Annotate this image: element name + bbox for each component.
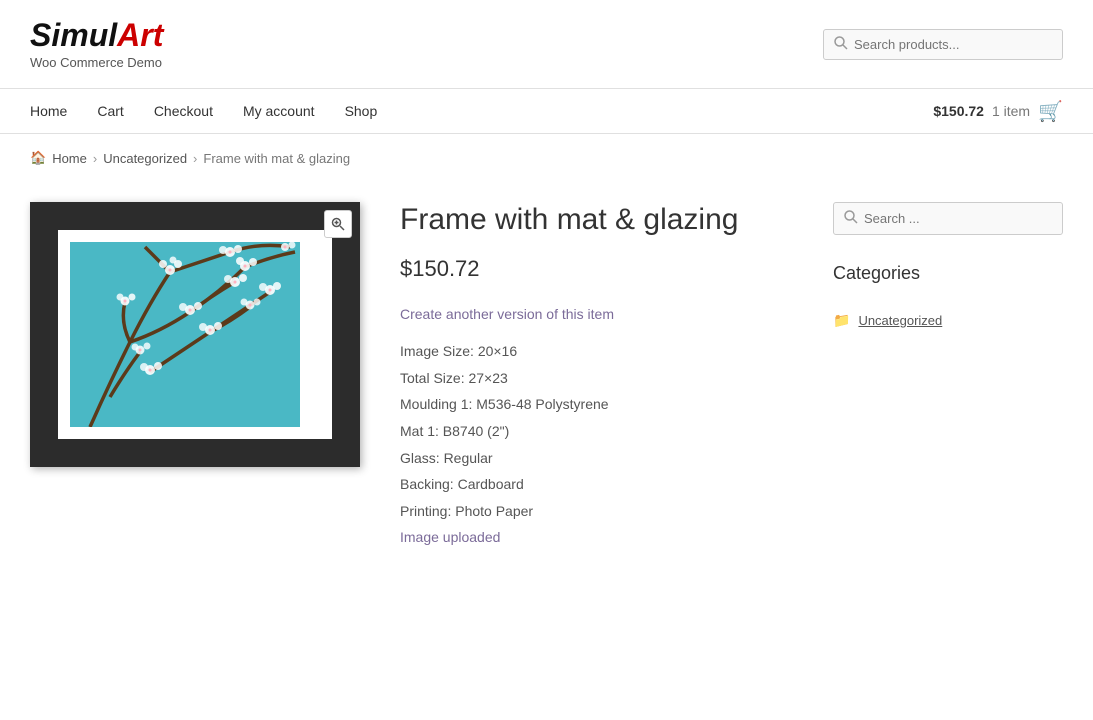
- sidebar-search-input[interactable]: [864, 211, 1052, 226]
- meta-image-size: Image Size: 20×16: [400, 338, 803, 365]
- cart-item-count: 1 item: [992, 103, 1030, 119]
- category-uncategorized[interactable]: Uncategorized: [858, 313, 942, 328]
- breadcrumb-sep2: ›: [193, 151, 197, 166]
- product-image-wrap: [30, 202, 360, 551]
- nav-home[interactable]: Home: [30, 103, 67, 119]
- breadcrumb: 🏠 Home › Uncategorized › Frame with mat …: [0, 134, 1093, 182]
- logo-simul: Simul: [30, 17, 117, 53]
- sidebar: Categories 📁 Uncategorized: [833, 202, 1063, 551]
- nav-cart[interactable]: Cart: [97, 103, 123, 119]
- sidebar-search-box[interactable]: [833, 202, 1063, 235]
- nav-shop[interactable]: Shop: [345, 103, 378, 119]
- search-icon: [834, 36, 848, 53]
- product-title: Frame with mat & glazing: [400, 202, 803, 238]
- header: SimulArt Woo Commerce Demo: [0, 0, 1093, 89]
- product-image-frame: [30, 202, 360, 467]
- nav-checkout[interactable]: Checkout: [154, 103, 213, 119]
- logo: SimulArt Woo Commerce Demo: [30, 18, 163, 70]
- meta-backing: Backing: Cardboard: [400, 471, 803, 498]
- create-version-link[interactable]: Create another version of this item: [400, 306, 803, 322]
- breadcrumb-sep1: ›: [93, 151, 97, 166]
- folder-icon: 📁: [833, 312, 850, 329]
- cart-icon[interactable]: 🛒: [1038, 99, 1063, 124]
- product-meta: Image Size: 20×16 Total Size: 27×23 Moul…: [400, 338, 803, 551]
- nav: Home Cart Checkout My account Shop $150.…: [0, 89, 1093, 134]
- product-area: Frame with mat & glazing $150.72 Create …: [30, 202, 803, 551]
- logo-art: Art: [117, 17, 163, 53]
- artwork-svg: [70, 242, 300, 427]
- breadcrumb-home[interactable]: Home: [52, 151, 87, 166]
- logo-tagline: Woo Commerce Demo: [30, 55, 163, 70]
- meta-moulding: Moulding 1: M536-48 Polystyrene: [400, 391, 803, 418]
- meta-glass: Glass: Regular: [400, 445, 803, 472]
- category-item: 📁 Uncategorized: [833, 308, 1063, 333]
- cart-amount: $150.72: [933, 103, 984, 119]
- meta-mat: Mat 1: B8740 (2"): [400, 418, 803, 445]
- cart-summary: $150.72 1 item 🛒: [933, 99, 1063, 124]
- categories-list: 📁 Uncategorized: [833, 308, 1063, 333]
- meta-total-size: Total Size: 27×23: [400, 365, 803, 392]
- product-image: [70, 242, 300, 427]
- nav-links: Home Cart Checkout My account Shop: [30, 89, 933, 133]
- nav-myaccount[interactable]: My account: [243, 103, 315, 119]
- breadcrumb-category[interactable]: Uncategorized: [103, 151, 187, 166]
- home-icon: 🏠: [30, 150, 46, 166]
- meta-printing: Printing: Photo Paper: [400, 498, 803, 525]
- zoom-button[interactable]: [324, 210, 352, 238]
- product-image-mat: [58, 230, 332, 439]
- sidebar-search-icon: [844, 210, 858, 227]
- product-price: $150.72: [400, 256, 803, 282]
- header-search-box[interactable]: [823, 29, 1063, 60]
- main-content: Frame with mat & glazing $150.72 Create …: [0, 182, 1093, 591]
- meta-image-uploaded: Image uploaded: [400, 524, 803, 551]
- product-details: Frame with mat & glazing $150.72 Create …: [400, 202, 803, 551]
- categories-title: Categories: [833, 263, 1063, 292]
- header-search-input[interactable]: [854, 37, 1052, 52]
- breadcrumb-current: Frame with mat & glazing: [203, 151, 350, 166]
- logo-text: SimulArt: [30, 18, 163, 53]
